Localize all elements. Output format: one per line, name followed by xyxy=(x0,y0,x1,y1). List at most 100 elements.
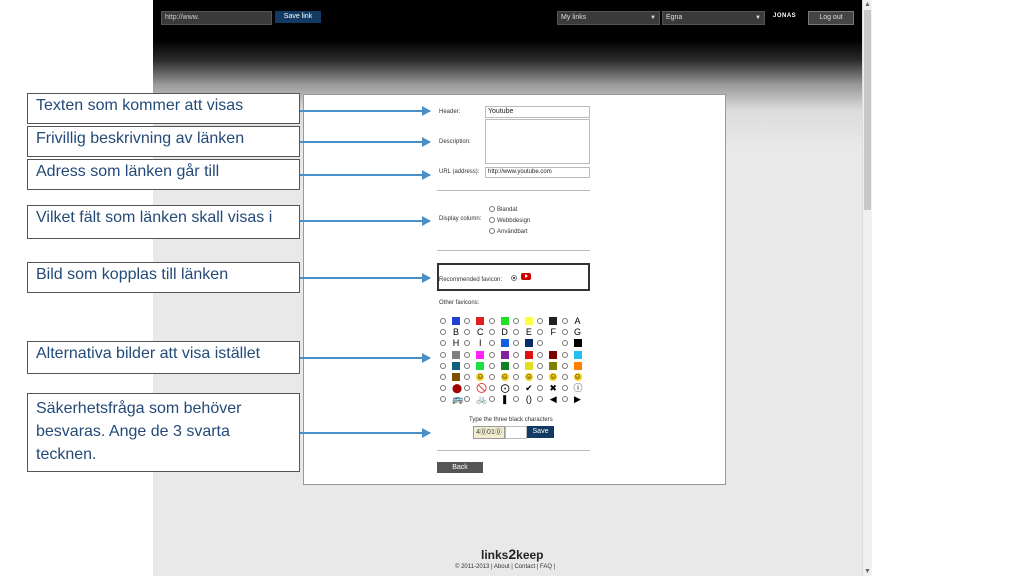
captcha-image: 4⓪01⓪ xyxy=(473,426,505,439)
favicon-radio[interactable] xyxy=(464,351,471,358)
callout-captcha: Säkerhetsfråga som behöver besvaras. Ang… xyxy=(27,393,300,472)
favicon-glyph-icon: ▶ xyxy=(574,394,581,405)
back-button[interactable]: Back xyxy=(437,462,483,473)
column-radio-1[interactable] xyxy=(489,217,495,223)
favicon-radio[interactable] xyxy=(488,351,495,358)
save-link-button[interactable]: Save link xyxy=(275,11,321,23)
favicon-glyph-icon: ⬤ xyxy=(452,383,463,394)
favicon-glyph-icon: H xyxy=(452,338,460,349)
recommended-favicon-radio[interactable] xyxy=(511,275,517,281)
favicon-glyph-icon: () xyxy=(525,394,532,405)
favicon-radio[interactable] xyxy=(488,374,495,380)
column-option-0: Blandat xyxy=(497,207,518,213)
save-button[interactable]: Save xyxy=(527,426,554,438)
favicon-radio[interactable] xyxy=(561,374,568,380)
logo-prefix: links xyxy=(481,548,509,562)
favicon-color-swatch xyxy=(452,350,460,359)
favicon-radio[interactable] xyxy=(512,362,519,369)
favicon-radio[interactable] xyxy=(440,362,446,369)
url-field[interactable]: http://www.youtube.com xyxy=(485,167,590,178)
arrow-favicon xyxy=(300,273,431,283)
favicon-radio[interactable] xyxy=(512,374,519,380)
logout-button[interactable]: Log out xyxy=(808,11,854,25)
play-icon xyxy=(525,274,528,278)
favicon-radio[interactable] xyxy=(537,351,544,358)
favicon-glyph-icon: I xyxy=(479,338,482,349)
favicon-glyph-icon: ◀ xyxy=(549,394,557,405)
favicon-color-swatch xyxy=(476,350,485,359)
captcha-prompt: Type the three black characters xyxy=(469,417,553,423)
favicon-color-swatch xyxy=(500,361,509,370)
favicon-radio[interactable] xyxy=(488,385,495,392)
callout-display-column: Vilket fält som länken skall visas i xyxy=(27,205,300,239)
logo-suffix: keep xyxy=(516,548,544,562)
favicon-radio[interactable] xyxy=(561,318,568,324)
description-label: Description: xyxy=(439,139,471,145)
footer-logo: links2keep xyxy=(481,546,544,562)
favicon-radio[interactable] xyxy=(488,329,495,336)
favicon-glyph-icon: ☺ xyxy=(573,372,582,381)
favicon-color-swatch xyxy=(452,361,460,370)
links-select[interactable]: My links ▼ xyxy=(557,11,660,25)
favicon-radio[interactable] xyxy=(440,318,446,324)
header-input[interactable]: Youtube xyxy=(485,106,590,118)
captcha-input[interactable] xyxy=(505,426,527,439)
favicon-glyph-icon: 🚫 xyxy=(476,383,488,394)
favicon-radio[interactable] xyxy=(561,396,568,403)
favicon-radio[interactable] xyxy=(537,362,544,369)
column-option-2: Användbart xyxy=(497,229,528,235)
arrow-other-favicons xyxy=(300,353,431,363)
favicon-glyph-icon: ☺ xyxy=(500,372,509,381)
callout-header: Texten som kommer att visas xyxy=(27,93,300,124)
footer-links[interactable]: © 2011-2013 | About | Contact | FAQ | xyxy=(455,564,555,570)
favicon-color-swatch xyxy=(573,339,582,348)
favicon-radio[interactable] xyxy=(512,351,519,358)
callout-favicon: Bild som kopplas till länken xyxy=(27,262,300,293)
description-textarea[interactable] xyxy=(485,119,590,164)
chevron-down-icon: ▼ xyxy=(755,15,761,21)
display-column-label: Display column: xyxy=(439,216,482,222)
scrollbar[interactable]: ▲ ▼ xyxy=(862,0,872,576)
favicon-color-swatch xyxy=(549,317,558,325)
youtube-icon xyxy=(521,273,531,280)
url-input[interactable]: http://www. xyxy=(161,11,272,25)
favicon-glyph-icon: D xyxy=(501,327,508,338)
username: JONAS xyxy=(773,13,797,19)
favicon-radio[interactable] xyxy=(488,362,495,369)
favicon-color-swatch xyxy=(500,317,509,325)
favicon-glyph-icon: ✖ xyxy=(549,383,557,394)
favicon-color-swatch xyxy=(476,361,485,370)
category-select-value: Egna xyxy=(666,14,683,21)
favicon-radio[interactable] xyxy=(561,351,568,358)
favicon-radio[interactable] xyxy=(561,385,568,392)
divider xyxy=(437,450,590,451)
arrow-captcha xyxy=(300,428,431,438)
header-label: Header: xyxy=(439,109,461,115)
favicon-glyph-icon: ☺ xyxy=(549,372,558,381)
favicon-radio[interactable] xyxy=(561,362,568,369)
favicon-radio[interactable] xyxy=(561,340,568,347)
logo-number: 2 xyxy=(508,546,517,562)
favicon-color-swatch xyxy=(524,361,533,370)
favicon-glyph-icon: ☺ xyxy=(476,372,485,381)
favicon-color-swatch xyxy=(500,339,509,348)
favicon-radio[interactable] xyxy=(488,318,495,324)
callout-url: Adress som länken går till xyxy=(27,159,300,190)
url-label: URL (address): xyxy=(439,169,480,175)
scroll-up-icon[interactable]: ▲ xyxy=(863,0,872,9)
favicon-glyph-icon: 🚌 xyxy=(452,394,464,405)
favicon-radio[interactable] xyxy=(561,329,568,336)
divider xyxy=(437,190,590,191)
column-radio-0[interactable] xyxy=(489,206,495,212)
favicon-glyph-icon: A xyxy=(574,316,581,326)
scroll-down-icon[interactable]: ▼ xyxy=(863,567,872,576)
category-select[interactable]: Egna ▼ xyxy=(662,11,765,25)
scroll-thumb[interactable] xyxy=(864,10,871,210)
chevron-down-icon: ▼ xyxy=(650,15,656,21)
favicon-radio[interactable] xyxy=(440,374,446,380)
column-radio-2[interactable] xyxy=(489,228,495,234)
favicon-radio[interactable] xyxy=(512,318,519,324)
column-option-1: Webbdesign xyxy=(497,218,531,224)
favicon-radio[interactable] xyxy=(440,351,446,358)
favicon-glyph-icon: ❚ xyxy=(500,394,509,405)
